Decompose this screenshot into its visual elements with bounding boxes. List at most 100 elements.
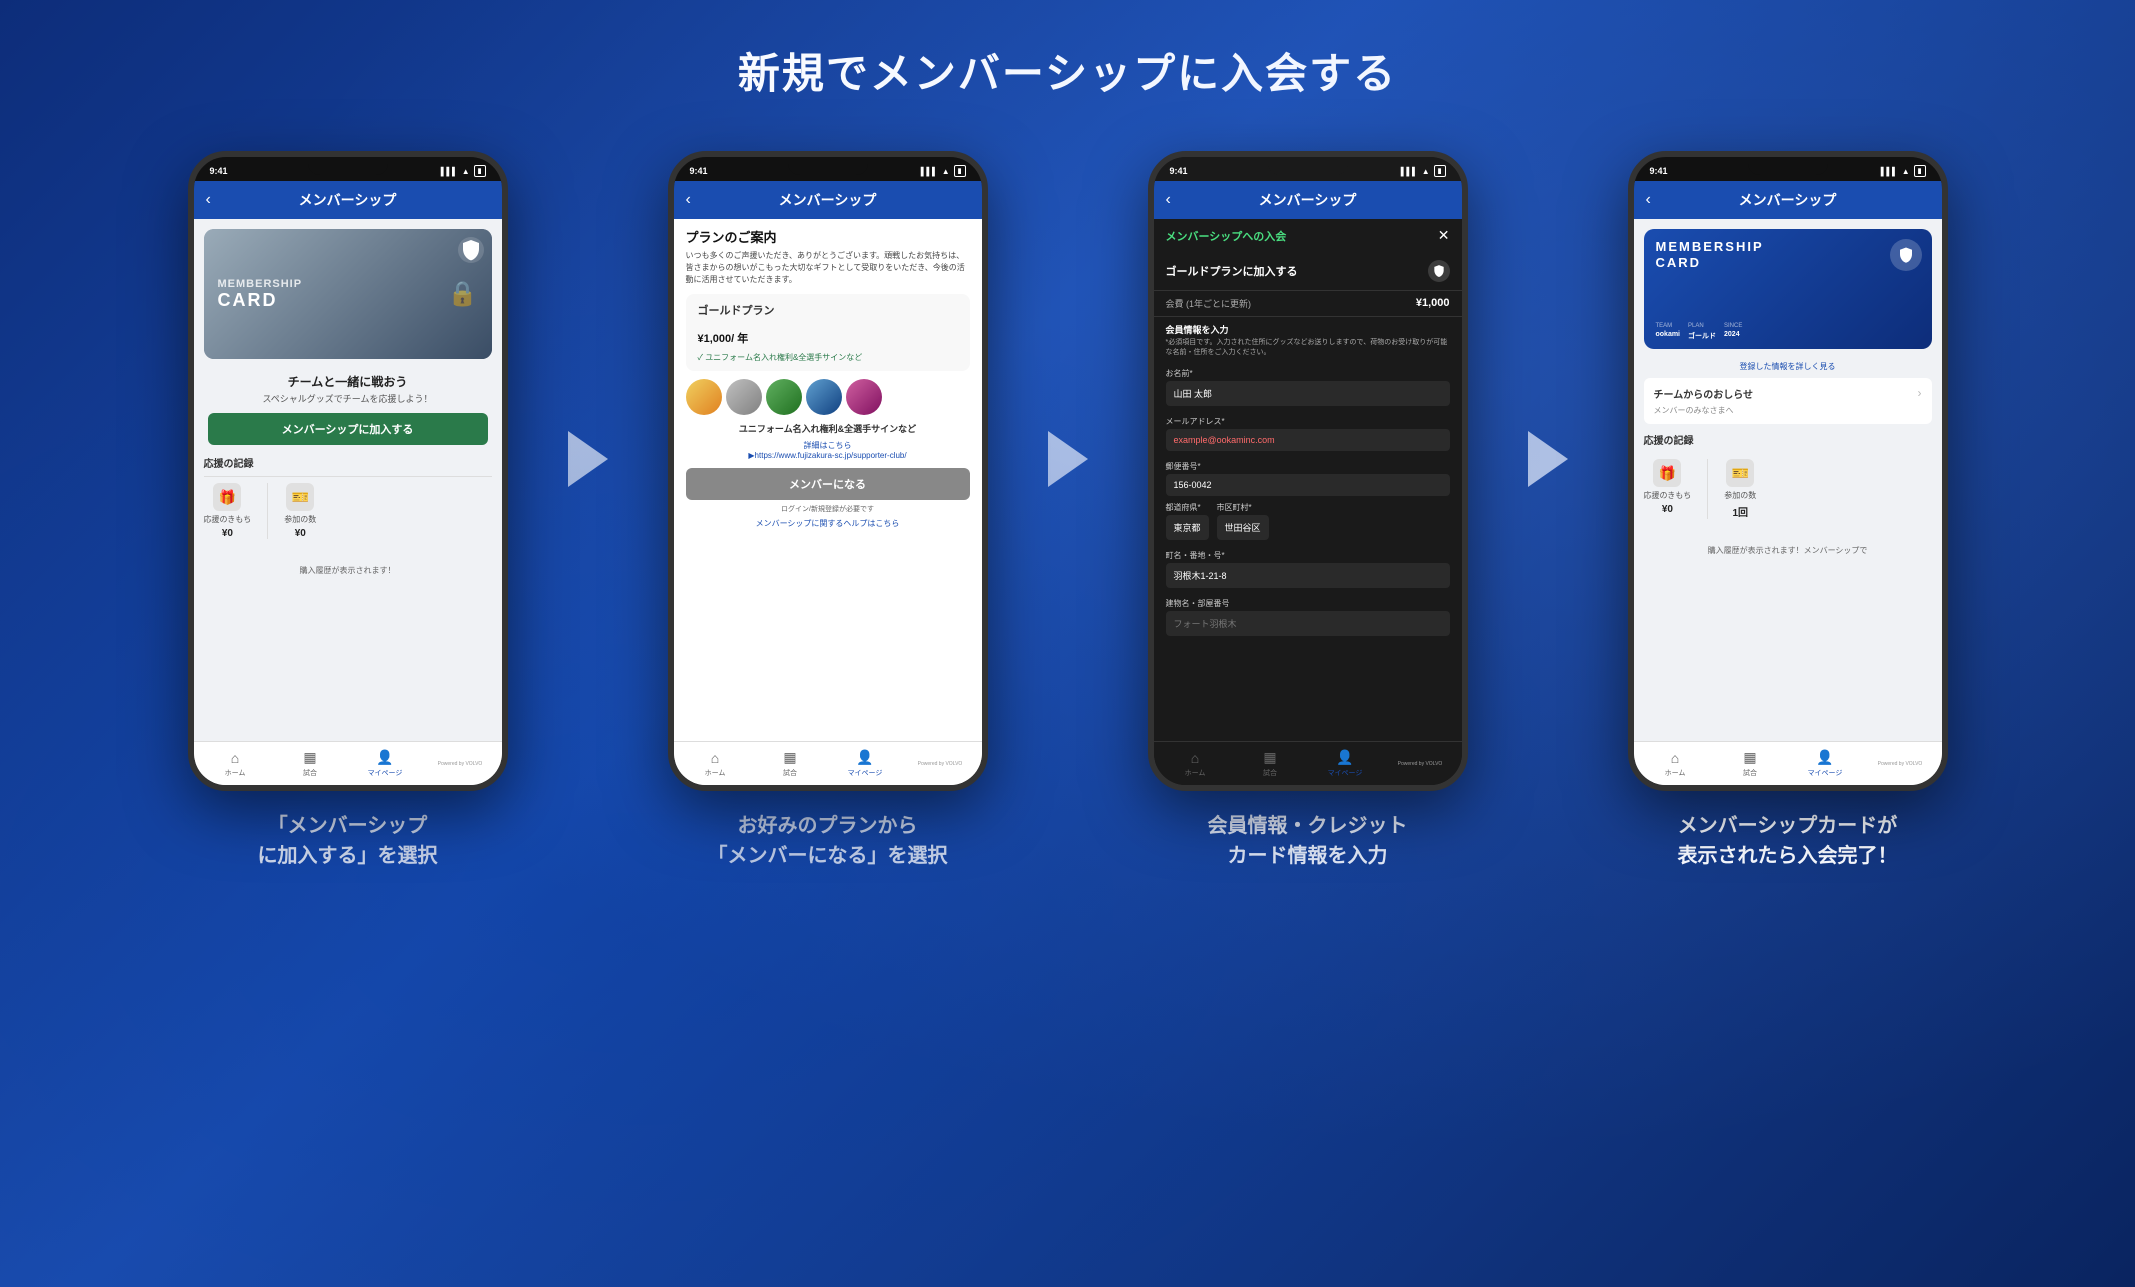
mcard-since-value-4: 2024	[1724, 331, 1742, 341]
signal-icon-1: ▌▌▌	[441, 167, 458, 176]
arrow-shape-2	[1048, 431, 1088, 487]
tab-home-1[interactable]: ⌂ ホーム	[198, 750, 273, 778]
screen1-content: MEMBERSHIP CARD 🔒 チームと一緒に戦おう スペシャルグッズでチー…	[194, 219, 502, 791]
nav-title-1: メンバーシップ	[299, 190, 397, 210]
step-4: 9:41 ▌▌▌ ▲ ▮ ‹ メンバーシップ MEMBERSHIP CARD	[1578, 151, 1998, 871]
member-button-2[interactable]: メンバーになる	[686, 468, 970, 500]
back-button-4[interactable]: ‹	[1646, 191, 1651, 209]
nav-bar-1: ‹ メンバーシップ	[194, 181, 502, 219]
step-caption-1: 「メンバーシップ に加入する」を選択	[258, 811, 438, 871]
back-button-1[interactable]: ‹	[206, 191, 211, 209]
membership-card-image: MEMBERSHIP CARD 🔒	[204, 229, 492, 359]
gold-plan-logo-3	[1428, 260, 1450, 282]
name-input-3[interactable]: 山田 太郎	[1166, 381, 1450, 406]
tab-mypage-1[interactable]: 👤 マイページ	[348, 749, 423, 778]
battery-icon-4: ▮	[1914, 165, 1926, 177]
building-label-3: 建物名・部屋番号	[1154, 594, 1462, 611]
tab-bar-2: ⌂ ホーム ▦ 試合 👤 マイページ Powered by VOLVO	[674, 741, 982, 785]
tab-mypage-4[interactable]: 👤 マイページ	[1788, 749, 1863, 778]
tab-home-label-1: ホーム	[225, 768, 246, 778]
tab-games-4[interactable]: ▦ 試合	[1713, 749, 1788, 778]
wifi-icon-2: ▲	[942, 167, 950, 176]
plan-title-2: プランのご案内	[674, 219, 982, 250]
detail-link-2[interactable]: 詳細はこちら ▶https://www.fujizakura-sc.jp/sup…	[686, 440, 970, 460]
mcard-title-line1-4: MEMBERSHIP	[1656, 239, 1920, 255]
ouen-label-1: 応援のきもち	[204, 514, 252, 525]
fee-amount-3: ¥1,000	[1416, 297, 1450, 310]
games-icon-2: ▦	[783, 749, 796, 766]
tab-home-4[interactable]: ⌂ ホーム	[1638, 750, 1713, 778]
help-link-text-2[interactable]: こちら	[875, 519, 899, 528]
email-input-3[interactable]: example@ookaminc.com	[1166, 429, 1450, 451]
player-img-2	[726, 379, 762, 415]
mcard-team-value-4: ookami	[1656, 331, 1681, 341]
status-time-1: 9:41	[210, 166, 228, 176]
player-img-5	[846, 379, 882, 415]
back-button-3[interactable]: ‹	[1166, 191, 1171, 209]
mypage-icon-2: 👤	[856, 749, 873, 766]
addr-label-3: 町名・番地・号*	[1154, 546, 1462, 563]
ouen-section-4: 応援の記録 🎁 応援のきもち ¥0 🎫 参加の数 1回	[1634, 432, 1942, 525]
sub-1: スペシャルグッズでチームを応援しよう！	[194, 392, 502, 405]
back-button-2[interactable]: ‹	[686, 191, 691, 209]
tab-games-2[interactable]: ▦ 試合	[753, 749, 828, 778]
phone-notch-3	[1268, 157, 1348, 175]
arrow-3	[1518, 151, 1578, 487]
player-img-3	[766, 379, 802, 415]
arrow-1	[558, 151, 618, 487]
tab-mypage-2[interactable]: 👤 マイページ	[828, 749, 903, 778]
powered-by-4: Powered by VOLVO	[1863, 761, 1938, 767]
fee-label-3: 会費 (1年ごとに更新)	[1166, 297, 1252, 310]
gold-label-2: ゴールドプラン	[698, 302, 958, 318]
building-input-3[interactable]: フォート羽根木	[1166, 611, 1450, 636]
status-time-3: 9:41	[1170, 166, 1188, 176]
tab-bar-3: ⌂ ホーム ▦ 試合 👤 マイページ Powered by VOLVO	[1154, 741, 1462, 785]
phone-frame-2: 9:41 ▌▌▌ ▲ ▮ ‹ メンバーシップ プランのご案内 いつも多くのご声援…	[668, 151, 988, 791]
gold-plan-row-3: ゴールドプランに加入する	[1154, 252, 1462, 291]
notice-section-4[interactable]: › チームからのおしらせ メンバーのみなさまへ	[1644, 378, 1932, 424]
home-icon-2: ⌂	[711, 750, 719, 766]
detail-url-2: ▶https://www.fujizakura-sc.jp/supporter-…	[748, 451, 906, 460]
phone-frame-3: 9:41 ▌▌▌ ▲ ▮ ‹ メンバーシップ メンバーシップへの入会 ✕	[1148, 151, 1468, 791]
tab-home-2[interactable]: ⌂ ホーム	[678, 750, 753, 778]
arrow-2	[1038, 151, 1098, 487]
tagline-1: チームと一緒に戦おう	[194, 373, 502, 390]
mcard-info-4: TEAM PLAN SINCE ookami ゴールド 2024	[1656, 323, 1743, 341]
divider-4	[1707, 459, 1708, 519]
join-button-1[interactable]: メンバーシップに加入する	[208, 413, 488, 445]
wifi-icon-4: ▲	[1902, 167, 1910, 176]
ouen-label-2: 参加の数	[284, 514, 316, 525]
gold-plan-text-3: ゴールドプランに加入する	[1166, 263, 1298, 279]
mcard-detail-link-4[interactable]: 登録した情報を詳しく見る	[1634, 361, 1942, 372]
ouen-item-1: 🎁 応援のきもち ¥0	[204, 483, 252, 539]
tab-home-label-4: ホーム	[1665, 768, 1686, 778]
ouen-icon-2: 🎫	[286, 483, 314, 511]
signal-icon-4: ▌▌▌	[1881, 167, 1898, 176]
pref-input-3[interactable]: 東京都	[1166, 515, 1209, 540]
pref-city-row-3: 都道府県* 東京都 市区町村* 世田谷区	[1166, 502, 1450, 540]
nav-title-4: メンバーシップ	[1739, 190, 1837, 210]
addr-input-3[interactable]: 羽根木1-21-8	[1166, 563, 1450, 588]
mypage-icon-1: 👤	[376, 749, 393, 766]
tab-games-3[interactable]: ▦ 試合	[1233, 749, 1308, 778]
tab-mypage-3[interactable]: 👤 マイページ	[1308, 749, 1383, 778]
player-img-1	[686, 379, 722, 415]
ouen-icon-3: 🎁	[1653, 459, 1681, 487]
zip-input-3[interactable]: 156-0042	[1166, 474, 1450, 496]
tab-games-label-1: 試合	[303, 768, 317, 778]
phone-notch-1	[308, 157, 388, 175]
tab-home-3[interactable]: ⌂ ホーム	[1158, 750, 1233, 778]
tab-games-1[interactable]: ▦ 試合	[273, 749, 348, 778]
tab-home-label-3: ホーム	[1185, 768, 1206, 778]
step-2: 9:41 ▌▌▌ ▲ ▮ ‹ メンバーシップ プランのご案内 いつも多くのご声援…	[618, 151, 1038, 871]
gold-plan-box: ゴールドプラン ¥1,000/ 年 ユニフォーム名入れ権利&全選手サインなど	[686, 294, 970, 371]
ouen-row-1: 🎁 応援のきもち ¥0 🎫 参加の数 ¥0	[204, 476, 492, 545]
modal-close-3[interactable]: ✕	[1438, 227, 1450, 244]
city-input-3[interactable]: 世田谷区	[1217, 515, 1269, 540]
ouen-row-4: 🎁 応援のきもち ¥0 🎫 参加の数 1回	[1644, 453, 1932, 525]
notice-sub-4: メンバーのみなさまへ	[1654, 405, 1922, 416]
form-title-3: 会員情報を入力	[1154, 317, 1462, 338]
nav-bar-2: ‹ メンバーシップ	[674, 181, 982, 219]
gold-price-2: ¥1,000/ 年	[698, 322, 958, 348]
mcard-plan-value-4: ゴールド	[1688, 331, 1716, 341]
